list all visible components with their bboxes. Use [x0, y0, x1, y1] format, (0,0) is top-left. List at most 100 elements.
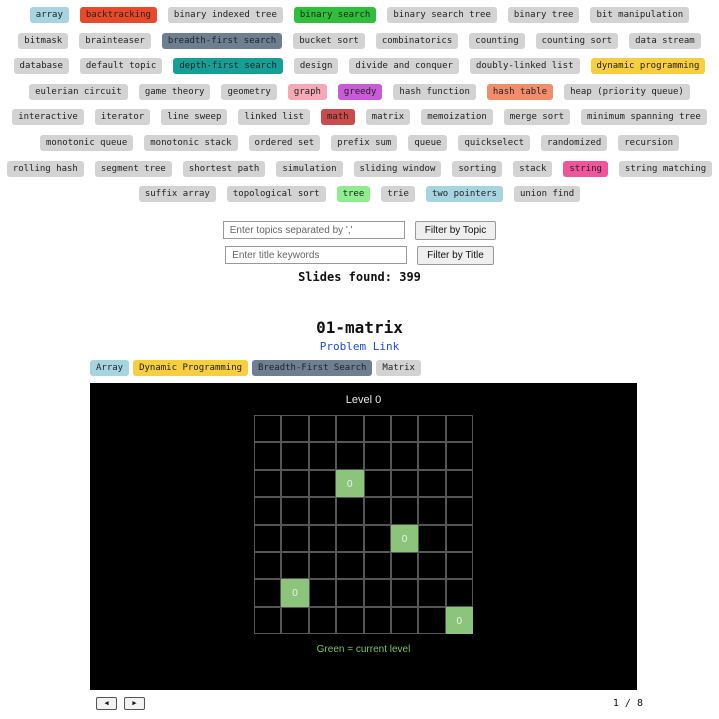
topic-tag[interactable]: counting: [469, 32, 525, 49]
topic-tag[interactable]: simulation: [276, 160, 343, 177]
title-filter-input[interactable]: [225, 246, 408, 264]
topic-tag-row: rolling hash segment tree shortest path sim…: [0, 160, 719, 187]
previous-slide-button[interactable]: ◀: [96, 697, 117, 710]
matrix-grid: 0 0 0 0: [254, 415, 473, 634]
topic-tag-cloud: array backtracking binary indexed tree bina…: [0, 7, 719, 212]
topic-tag[interactable]: matrix: [365, 109, 411, 126]
grid-cell: [418, 579, 446, 607]
grid-cell: [254, 442, 282, 470]
problem-link[interactable]: Problem Link: [0, 340, 719, 353]
topic-tag[interactable]: recursion: [618, 134, 680, 151]
topic-tag[interactable]: data stream: [629, 32, 701, 49]
grid-cell: [336, 442, 364, 470]
topic-tag[interactable]: bitmask: [18, 32, 69, 49]
filter-by-title-button[interactable]: Filter by Title: [417, 245, 494, 265]
topic-tag[interactable]: graph: [287, 83, 327, 100]
grid-cell: [390, 606, 419, 634]
topic-tag[interactable]: union find: [513, 186, 581, 203]
filter-by-topic-button[interactable]: Filter by Topic: [414, 220, 497, 240]
topic-tag[interactable]: breadth-first search: [161, 32, 283, 49]
topic-tag[interactable]: combinatorics: [375, 32, 459, 49]
topic-tag[interactable]: divide and conquer: [349, 58, 459, 75]
topic-tag[interactable]: backtracking: [79, 7, 157, 23]
grid-cell: [363, 579, 391, 607]
grid-cell: [363, 442, 391, 470]
topic-tag[interactable]: ordered set: [248, 134, 321, 151]
slide-tag: Dynamic Programming: [133, 360, 249, 376]
slide-tag: Matrix: [376, 360, 421, 376]
slide-title: 01-matrix: [316, 318, 403, 337]
topic-tag[interactable]: iterator: [94, 109, 151, 126]
topic-tag[interactable]: monotonic queue: [39, 134, 134, 151]
topic-tag[interactable]: bit manipulation: [590, 7, 690, 23]
topic-tag[interactable]: binary indexed tree: [167, 7, 283, 23]
topic-tag[interactable]: heap (priority queue): [564, 83, 690, 100]
topic-tag[interactable]: suffix array: [138, 186, 216, 203]
topic-tag[interactable]: randomized: [541, 134, 608, 151]
topic-tag[interactable]: binary tree: [507, 7, 580, 23]
topic-tag[interactable]: math: [320, 109, 355, 126]
grid-cell: [254, 606, 282, 634]
grid-cell: [390, 497, 419, 525]
active-grid-cell: 0: [336, 469, 364, 498]
grid-cell: [418, 469, 446, 498]
topic-tag[interactable]: sorting: [452, 160, 503, 177]
filter-controls: Filter by Topic Filter by Title: [0, 220, 719, 270]
topic-tag[interactable]: tree: [336, 186, 371, 203]
grid-cell: [308, 497, 337, 525]
topic-tag[interactable]: binary search: [293, 7, 377, 23]
topic-tag[interactable]: hash table: [486, 83, 554, 100]
topic-tag[interactable]: interactive: [12, 109, 84, 126]
topic-tag[interactable]: topological sort: [226, 186, 326, 203]
topic-tag[interactable]: queue: [408, 134, 448, 151]
topic-tag[interactable]: eulerian circuit: [29, 83, 128, 100]
topic-tag[interactable]: depth-first search: [173, 58, 283, 75]
topic-tag[interactable]: line sweep: [161, 109, 228, 126]
grid-cell: [336, 606, 364, 634]
topic-tag[interactable]: stack: [513, 160, 553, 177]
grid-cell: [418, 606, 446, 634]
cell-value: 0: [347, 478, 353, 490]
topic-tag[interactable]: doubly-linked list: [469, 58, 580, 75]
topic-filter-input[interactable]: [222, 221, 405, 239]
topic-tag[interactable]: two pointers: [425, 186, 503, 203]
topic-tag[interactable]: counting sort: [535, 32, 619, 49]
topic-tag[interactable]: sliding window: [353, 160, 442, 177]
topic-tag[interactable]: minimum spanning tree: [580, 109, 707, 126]
topic-tag[interactable]: game theory: [138, 83, 211, 100]
topic-tag[interactable]: database: [13, 58, 69, 75]
grid-cell: [418, 415, 446, 443]
topic-tag[interactable]: monotonic stack: [144, 134, 238, 151]
topic-tag[interactable]: brainteaser: [79, 32, 151, 49]
topic-tag[interactable]: segment tree: [94, 160, 172, 177]
topic-tag[interactable]: binary search tree: [387, 7, 497, 23]
topic-tag[interactable]: hash function: [393, 83, 476, 100]
grid-cell: [390, 469, 419, 498]
grid-cell: [254, 551, 282, 580]
topic-tag[interactable]: memoization: [421, 109, 493, 126]
grid-cell: [254, 415, 282, 443]
grid-cell: [390, 442, 419, 470]
topic-tag[interactable]: default topic: [79, 58, 163, 75]
topic-tag[interactable]: greedy: [337, 83, 383, 100]
topic-tag[interactable]: trie: [381, 186, 415, 203]
grid-cell: [418, 442, 446, 470]
grid-cell: [281, 497, 309, 525]
topic-tag[interactable]: prefix sum: [331, 134, 398, 151]
topic-tag[interactable]: string matching: [618, 160, 713, 177]
topic-tag[interactable]: rolling hash: [6, 160, 84, 177]
topic-tag[interactable]: bucket sort: [293, 32, 365, 49]
topic-tag[interactable]: linked list: [238, 109, 310, 126]
topic-tag[interactable]: shortest path: [182, 160, 266, 177]
topic-tag[interactable]: design: [293, 58, 339, 75]
grid-cell: [336, 579, 364, 607]
topic-tag[interactable]: array: [29, 7, 69, 23]
next-slide-button[interactable]: ▶: [124, 697, 145, 710]
grid-cell: [445, 497, 473, 525]
topic-tag[interactable]: quickselect: [458, 134, 531, 151]
topic-tag[interactable]: string: [563, 160, 608, 177]
topic-tag[interactable]: merge sort: [503, 109, 570, 126]
topic-tag[interactable]: geometry: [221, 83, 277, 100]
grid-cell: [281, 524, 309, 552]
topic-tag[interactable]: dynamic programming: [590, 58, 706, 75]
